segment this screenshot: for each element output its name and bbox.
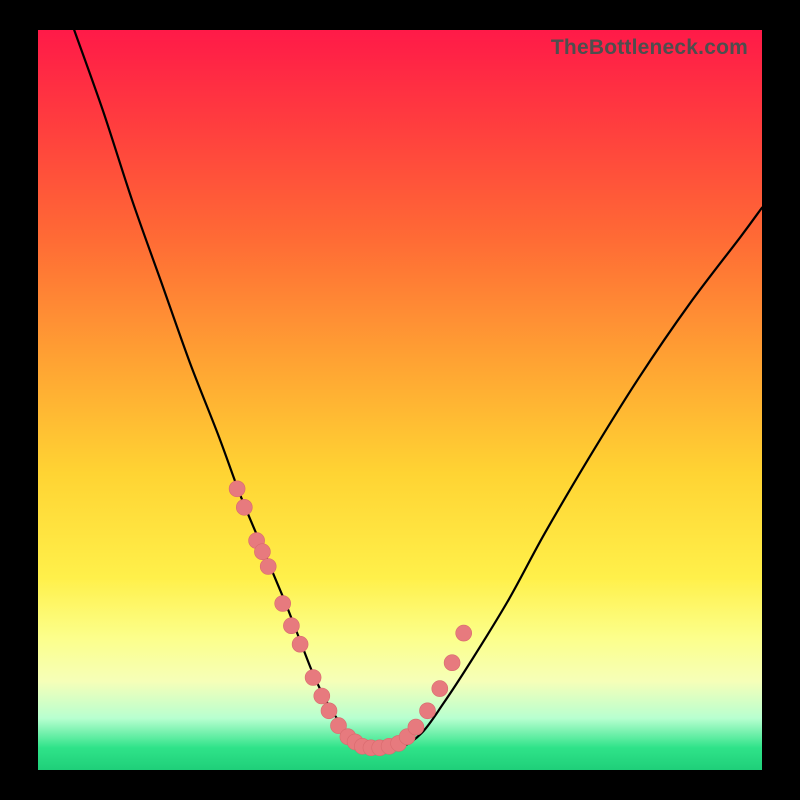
curve-marker [236,499,252,515]
curve-marker [444,655,460,671]
curve-marker [254,544,270,560]
curve-marker [408,719,424,735]
plot-area: TheBottleneck.com [38,30,762,770]
curve-marker [283,618,299,634]
curve-marker [305,670,321,686]
curve-marker [275,596,291,612]
curve-marker [432,681,448,697]
curve-marker [260,559,276,575]
curve-marker [292,636,308,652]
curve-marker [229,481,245,497]
curve-layer [38,30,762,770]
bottleneck-curve [74,30,762,749]
chart-frame: TheBottleneck.com [0,0,800,800]
curve-marker [314,688,330,704]
curve-marker [321,703,337,719]
curve-marker [456,625,472,641]
curve-marker [420,703,436,719]
